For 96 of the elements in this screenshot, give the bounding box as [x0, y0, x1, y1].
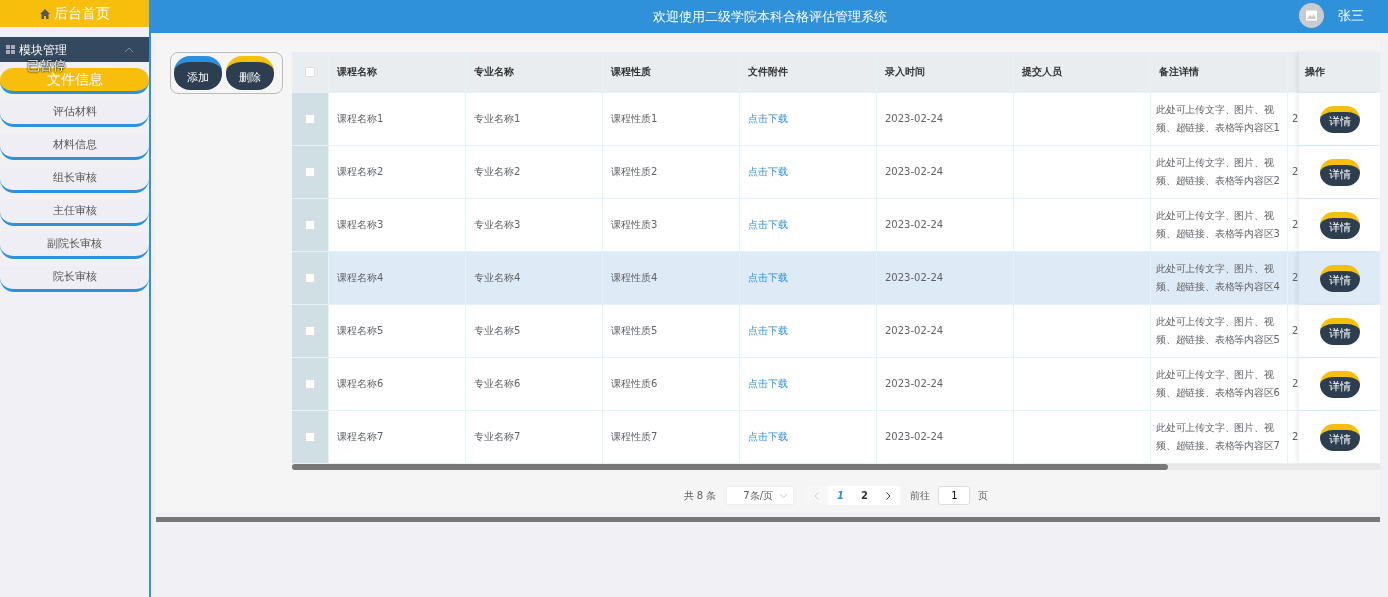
page-title: 欢迎使用二级学院本科合格评估管理系统: [652, 7, 887, 26]
remark-text: 此处可上传文字、图片、视频、超链接、表格等内容区6: [1156, 368, 1281, 400]
table-cell-text: 2: [1292, 218, 1299, 232]
table-cell-text: 专业名称3: [474, 218, 521, 232]
table-cell-text: 课程性质7: [611, 430, 658, 444]
total-count: 共 8 条: [683, 489, 717, 503]
avatar-icon[interactable]: [1299, 3, 1324, 28]
column-header: 提交人员: [1022, 65, 1062, 79]
download-link[interactable]: 点击下载: [748, 163, 788, 181]
table-cell-text: 2023-02-24: [885, 165, 944, 179]
row-checkbox[interactable]: [305, 220, 315, 230]
table-cell-text: 专业名称7: [474, 430, 521, 444]
table-row[interactable]: 课程名称4 专业名称4 课程性质4 点击下载 2023-02-24 此处可上传文字、图片、视频、超链接、表格等内容区4 2 详情: [292, 252, 1380, 305]
table-row[interactable]: 课程名称2 专业名称2 课程性质2 点击下载 2023-02-24 此处可上传文字、图片、视频、超链接、表格等内容区2 2 详情: [292, 146, 1380, 199]
goto-label: 前往: [910, 489, 931, 503]
scrollbar-thumb[interactable]: [292, 464, 1168, 470]
details-button[interactable]: 详情: [1319, 105, 1360, 133]
row-checkbox[interactable]: [305, 167, 315, 177]
remark-text: 此处可上传文字、图片、视频、超链接、表格等内容区1: [1156, 103, 1281, 135]
table-cell-text: 课程性质5: [611, 324, 658, 338]
table-cell-text: 课程性质6: [611, 377, 658, 391]
table-row[interactable]: 课程名称5 专业名称5 课程性质5 点击下载 2023-02-24 此处可上传文字、图片、视频、超链接、表格等内容区5 2 详情: [292, 305, 1380, 358]
table-cell-text: 2023-02-24: [885, 430, 944, 444]
download-link[interactable]: 点击下载: [748, 110, 788, 128]
row-checkbox[interactable]: [305, 432, 315, 442]
table-cell-text: 2023-02-24: [885, 218, 944, 232]
select-all-checkbox[interactable]: [305, 67, 315, 77]
table-cell-text: 2: [1292, 165, 1299, 179]
column-header: 操作: [1305, 65, 1325, 79]
table-cell-text: 专业名称5: [474, 324, 521, 338]
page-number[interactable]: 2: [852, 486, 877, 505]
row-checkbox[interactable]: [305, 273, 315, 283]
remark-text: 此处可上传文字、图片、视频、超链接、表格等内容区7: [1156, 421, 1281, 453]
table-cell-text: 课程名称6: [337, 377, 384, 391]
details-button[interactable]: 详情: [1319, 264, 1360, 292]
table-cell-text: 课程名称4: [337, 271, 384, 285]
toolbar-button[interactable]: 添加: [174, 56, 222, 90]
table-cell-text: 课程名称2: [337, 165, 384, 179]
table-cell-text: 课程性质2: [611, 165, 658, 179]
download-link[interactable]: 点击下载: [748, 375, 788, 393]
column-header: 文件附件: [748, 65, 788, 79]
details-button[interactable]: 详情: [1319, 370, 1360, 398]
column-header: 备注详情: [1159, 65, 1199, 79]
page-suffix: 页: [978, 489, 989, 503]
chevron-left-icon: [813, 491, 819, 500]
table-cell-text: 2: [1292, 271, 1299, 285]
download-link[interactable]: 点击下载: [748, 322, 788, 340]
details-button[interactable]: 详情: [1319, 423, 1360, 451]
row-checkbox[interactable]: [305, 379, 315, 389]
table-cell-text: 2: [1292, 112, 1299, 126]
table-cell-text: 2023-02-24: [885, 112, 944, 126]
table-row[interactable]: 课程名称7 专业名称7 课程性质7 点击下载 2023-02-24 此处可上传文字、图片、视频、超链接、表格等内容区7 2 详情: [292, 411, 1380, 464]
table-cell-text: 课程性质3: [611, 218, 658, 232]
table-row[interactable]: 课程名称6 专业名称6 课程性质6 点击下载 2023-02-24 此处可上传文字、图片、视频、超链接、表格等内容区6 2 详情: [292, 358, 1380, 411]
column-header: 专业名称: [474, 65, 514, 79]
details-button[interactable]: 详情: [1319, 317, 1360, 345]
chevron-right-icon: [885, 491, 891, 500]
column-header: 课程名称: [337, 65, 377, 79]
table-cell-text: 课程名称1: [337, 112, 384, 126]
row-checkbox[interactable]: [305, 114, 315, 124]
table-cell-text: 专业名称2: [474, 165, 521, 179]
table-cell-text: 课程名称7: [337, 430, 384, 444]
table-cell-text: 课程名称3: [337, 218, 384, 232]
toolbar-button[interactable]: 删除: [226, 56, 274, 90]
table-cell-text: 课程性质4: [611, 271, 658, 285]
grid-icon: [6, 45, 15, 54]
download-link[interactable]: 点击下载: [748, 216, 788, 234]
home-icon: [39, 8, 50, 19]
table-cell-text: 2023-02-24: [885, 271, 944, 285]
chevron-down-icon: [780, 493, 788, 498]
table-cell-text: 专业名称4: [474, 271, 521, 285]
page-input[interactable]: 1: [938, 486, 971, 505]
table-cell-text: 2: [1292, 377, 1299, 391]
details-button[interactable]: 详情: [1319, 211, 1360, 239]
table-cell-text: 2023-02-24: [885, 377, 944, 391]
remark-text: 此处可上传文字、图片、视频、超链接、表格等内容区5: [1156, 315, 1281, 347]
row-checkbox[interactable]: [305, 326, 315, 336]
table-cell-text: 专业名称1: [474, 112, 521, 126]
table-cell-text: 课程名称5: [337, 324, 384, 338]
details-button[interactable]: 详情: [1319, 158, 1360, 186]
column-header: 录入时间: [885, 65, 925, 79]
table-cell-text: 2023-02-24: [885, 324, 944, 338]
table-cell-text: 专业名称6: [474, 377, 521, 391]
table-cell-text: 2: [1292, 324, 1299, 338]
table-cell-text: 2: [1292, 430, 1299, 444]
column-header: 课程性质: [611, 65, 651, 79]
page-size-select[interactable]: 7条/页: [726, 486, 795, 505]
table-row[interactable]: 课程名称1 专业名称1 课程性质1 点击下载 2023-02-24 此处可上传文字、图片、视频、超链接、表格等内容区1 2 详情: [292, 93, 1380, 146]
remark-text: 此处可上传文字、图片、视频、超链接、表格等内容区2: [1156, 156, 1281, 188]
scrollbar-thumb[interactable]: [156, 517, 1380, 522]
download-link[interactable]: 点击下载: [748, 428, 788, 446]
table-cell-text: 课程性质1: [611, 112, 658, 126]
remark-text: 此处可上传文字、图片、视频、超链接、表格等内容区4: [1156, 262, 1281, 294]
table-row[interactable]: 课程名称3 专业名称3 课程性质3 点击下载 2023-02-24 此处可上传文字、图片、视频、超链接、表格等内容区3 2 详情: [292, 199, 1380, 252]
remark-text: 此处可上传文字、图片、视频、超链接、表格等内容区3: [1156, 209, 1281, 241]
next-page-button[interactable]: [876, 486, 901, 505]
